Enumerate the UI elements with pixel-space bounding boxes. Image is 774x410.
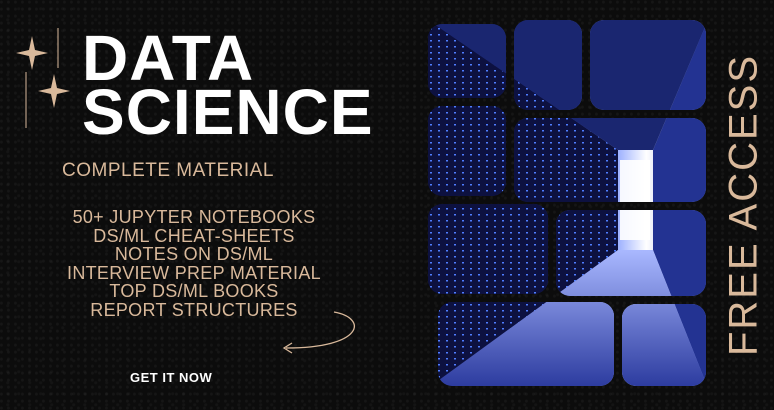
- server-room-image: [428, 20, 706, 386]
- feature-list: 50+ JUPYTER NOTEBOOKS DS/ML CHEAT-SHEETS…: [44, 208, 344, 320]
- feature-item: TOP DS/ML BOOKS: [109, 281, 279, 302]
- feature-item: DS/ML CHEAT-SHEETS: [93, 225, 295, 246]
- feature-item: NOTES ON DS/ML: [114, 244, 274, 265]
- sparkle-icon: [16, 28, 70, 128]
- curved-arrow-icon: [282, 311, 355, 354]
- feature-item: INTERVIEW PREP MATERIAL: [67, 262, 321, 283]
- subtitle: COMPLETE MATERIAL: [62, 160, 274, 181]
- get-it-now-button[interactable]: GET IT NOW: [130, 370, 212, 385]
- headline-line-2: SCIENCE: [82, 76, 374, 148]
- feature-item: 50+ JUPYTER NOTEBOOKS: [72, 207, 316, 227]
- free-access-label: FREE ACCESS: [721, 53, 766, 357]
- banner: DATA SCIENCE COMPLETE MATERIAL 50+ JUPYT…: [0, 0, 774, 410]
